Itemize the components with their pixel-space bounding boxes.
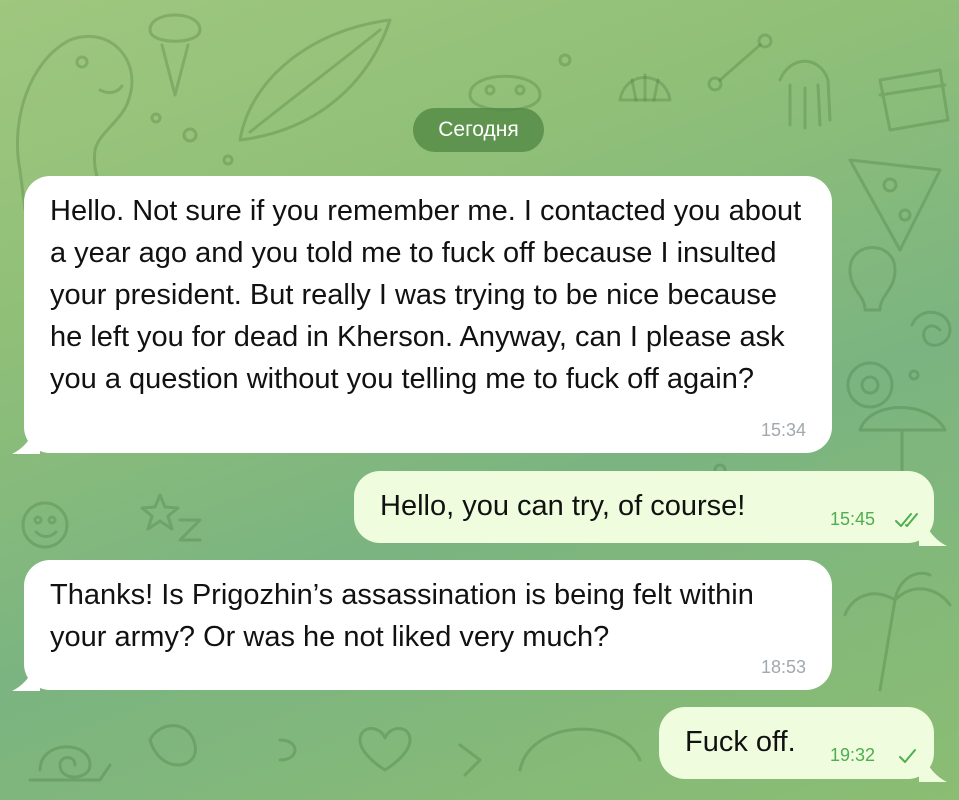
date-separator: Сегодня xyxy=(413,108,544,152)
message-time: 15:34 xyxy=(760,420,806,440)
outgoing-message[interactable]: Hello, you can try, of course! 15:45 xyxy=(354,471,934,543)
chat-background: Сегодня Hello. Not sure if you remember … xyxy=(0,0,959,800)
message-time: 19:32 xyxy=(830,745,876,765)
single-check-icon xyxy=(899,749,916,763)
message-text: Hello. Not sure if you remember me. I co… xyxy=(50,195,802,395)
message-text: Hello, you can try, of course! xyxy=(380,490,746,522)
message-time: 15:45 xyxy=(830,509,876,529)
message-text: Fuck off. xyxy=(685,726,796,758)
outgoing-message[interactable]: Fuck off. 19:32 xyxy=(659,707,934,779)
incoming-message[interactable]: Thanks! Is Prigozhin’s assassination is … xyxy=(24,560,832,690)
message-text: Thanks! Is Prigozhin’s assassination is … xyxy=(50,579,754,653)
message-time: 18:53 xyxy=(760,657,806,677)
incoming-message[interactable]: Hello. Not sure if you remember me. I co… xyxy=(24,176,832,453)
double-check-icon xyxy=(895,513,918,527)
